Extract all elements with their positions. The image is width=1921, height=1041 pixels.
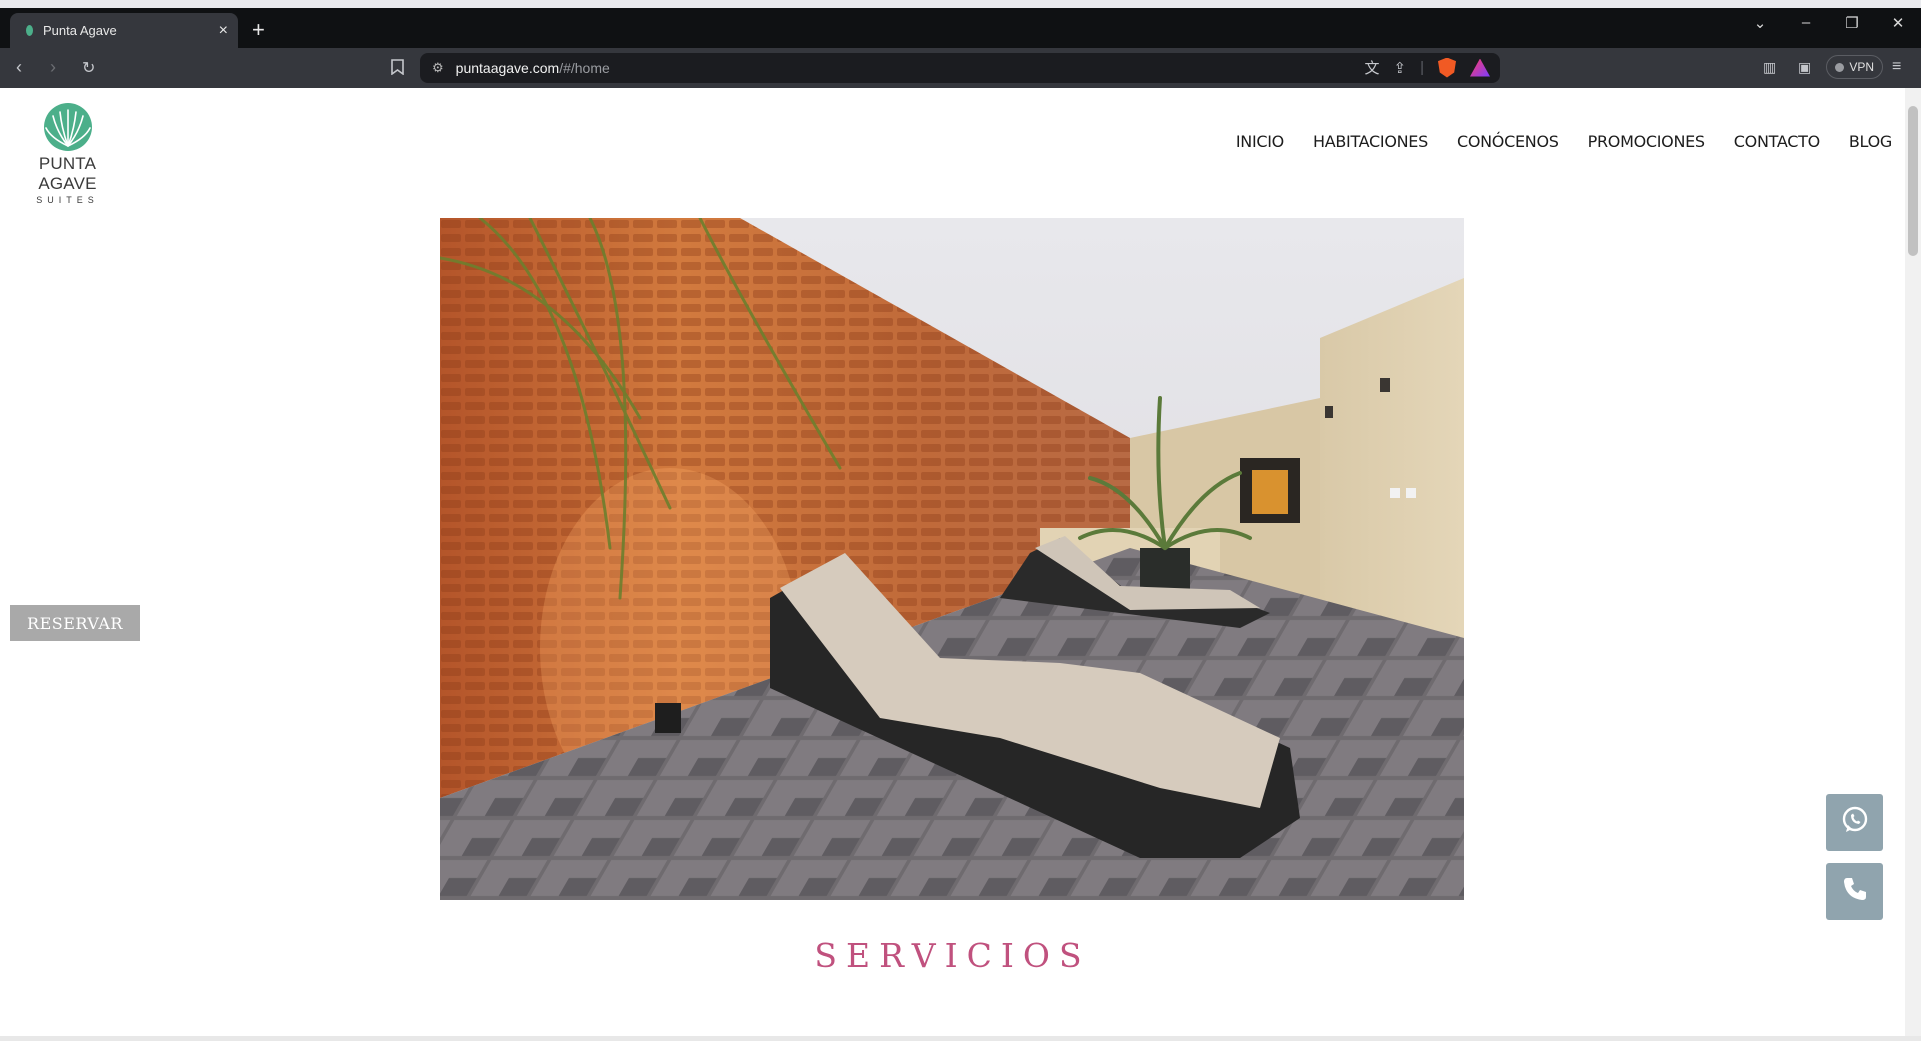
url-path: /#/home [559,60,610,76]
agave-logo-icon [43,102,93,152]
whatsapp-button[interactable] [1826,794,1883,851]
vpn-status-icon [1835,62,1845,72]
logo-name: PUNTA AGAVE [38,154,97,193]
favicon-icon [26,25,33,36]
minimize-icon[interactable]: – [1783,14,1829,44]
translate-icon[interactable]: 文 [1365,57,1380,78]
whatsapp-icon [1840,805,1870,840]
logo-subtitle: SUITES [36,195,99,205]
taskbar-edge [0,1036,1921,1041]
menu-icon[interactable]: ≡ [1892,58,1901,76]
address-bar-actions: 文 ⇪ | [1365,57,1490,78]
tab-close-icon[interactable]: × [219,22,228,40]
divider: | [1420,59,1424,76]
nav-conocenos[interactable]: CONÓCENOS [1457,132,1559,151]
phone-icon [1840,874,1870,909]
nav-inicio[interactable]: INICIO [1236,132,1284,151]
browser-tab-active[interactable]: Punta Agave × [10,13,238,48]
vpn-label: VPN [1849,60,1874,74]
site-logo[interactable]: PUNTA AGAVE SUITES [10,102,125,205]
nav-promociones[interactable]: PROMOCIONES [1588,132,1705,151]
nav-habitaciones[interactable]: HABITACIONES [1313,132,1428,151]
share-icon[interactable]: ⇪ [1394,59,1407,77]
vpn-button[interactable]: VPN [1826,55,1883,79]
bookmark-icon[interactable] [391,59,404,79]
tab-title: Punta Agave [43,23,117,38]
back-icon[interactable]: ‹ [16,57,22,78]
tab-search-icon[interactable]: ⌄ [1737,14,1783,44]
phone-button[interactable] [1826,863,1883,920]
new-tab-button[interactable]: + [252,17,265,43]
reserve-button[interactable]: RESERVAR [10,605,140,641]
brave-shields-icon[interactable] [1438,57,1456,78]
sidebar-icon[interactable]: ▥ [1763,59,1776,76]
url-host: puntaagave.com [455,60,560,76]
nav-contacto[interactable]: CONTACTO [1734,132,1820,151]
site-info-icon[interactable]: ⚙ [432,60,444,76]
brave-rewards-icon[interactable] [1470,58,1490,77]
nav-blog[interactable]: BLOG [1849,132,1892,151]
address-bar[interactable]: ⚙ puntaagave.com /#/home 文 ⇪ | [420,53,1500,83]
restore-icon[interactable]: ❐ [1829,14,1875,44]
reload-icon[interactable]: ↻ [82,58,95,78]
notification-badge [1484,58,1490,65]
page-scrollbar[interactable] [1905,88,1921,1041]
scrollbar-thumb[interactable] [1908,106,1918,256]
main-nav: INICIO HABITACIONES CONÓCENOS PROMOCIONE… [1236,132,1892,151]
hero-image [440,218,1464,900]
section-title-servicios: SERVICIOS [814,936,1091,975]
page-viewport: PUNTA AGAVE SUITES INICIO HABITACIONES C… [0,88,1921,1041]
browser-toolbar: ‹ › ↻ ⚙ puntaagave.com /#/home 文 ⇪ | ▥ ▣… [0,48,1921,88]
window-controls: ⌄ – ❐ ✕ [1737,14,1921,44]
wallet-icon[interactable]: ▣ [1798,59,1811,76]
close-window-icon[interactable]: ✕ [1875,14,1921,44]
forward-icon[interactable]: › [50,57,56,78]
